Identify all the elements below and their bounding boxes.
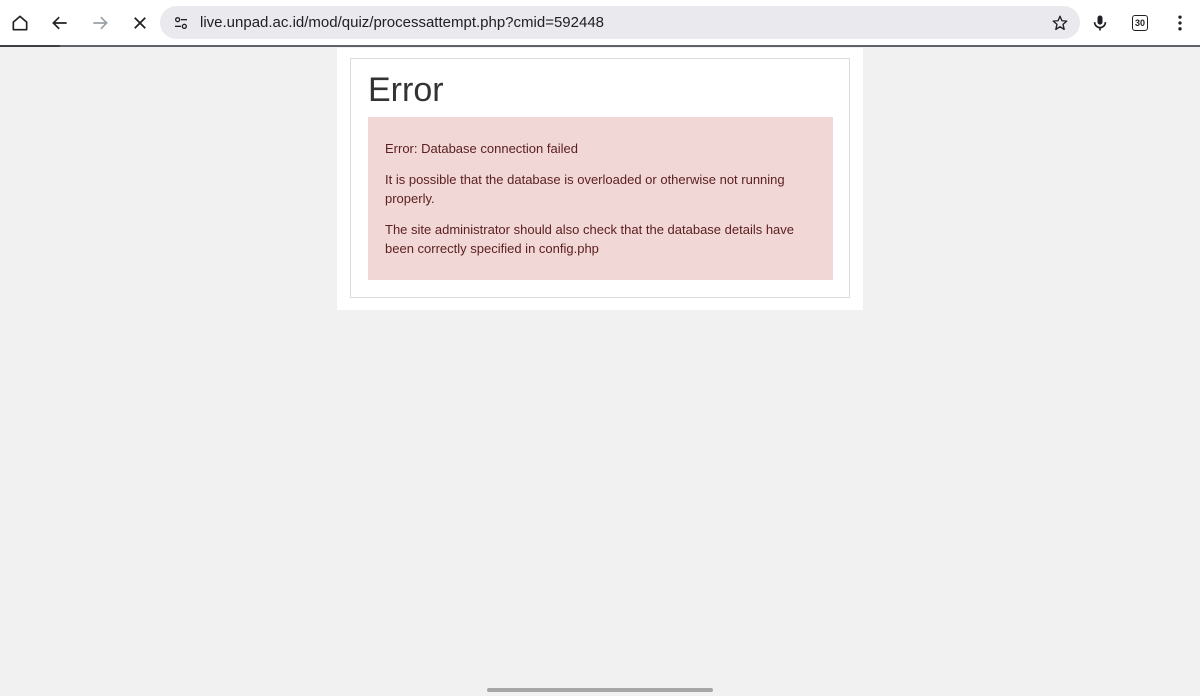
error-explanation: It is possible that the database is over… [385, 172, 785, 206]
address-bar[interactable]: live.unpad.ac.id/mod/quiz/processattempt… [160, 6, 1080, 39]
error-admin-note: The site administrator should also check… [385, 222, 795, 256]
home-button[interactable] [3, 6, 37, 40]
back-arrow-icon [52, 16, 67, 30]
menu-button[interactable] [1163, 6, 1197, 40]
tune-icon [175, 16, 187, 29]
error-card: Error Error: Database connection failed … [350, 58, 850, 298]
voice-search-button[interactable] [1083, 6, 1117, 40]
url-text[interactable]: live.unpad.ac.id/mod/quiz/processattempt… [200, 14, 604, 31]
bookmark-button[interactable] [1048, 11, 1072, 35]
toolbar-divider [0, 45, 1200, 47]
error-alert: Error: Database connection failed It is … [368, 117, 833, 280]
error-message: Error: Database connection failed [385, 141, 578, 156]
back-button[interactable] [43, 6, 77, 40]
browser-toolbar: live.unpad.ac.id/mod/quiz/processattempt… [0, 0, 1200, 46]
page-container: Error Error: Database connection failed … [337, 48, 863, 310]
loading-progress-bar [0, 45, 60, 47]
stop-loading-button[interactable] [123, 6, 157, 40]
star-icon [1052, 15, 1068, 31]
home-icon [12, 15, 28, 31]
more-vert-icon [1178, 15, 1182, 31]
tab-switcher-icon: 30 [1132, 15, 1148, 31]
tab-switcher-button[interactable]: 30 [1123, 6, 1157, 40]
microphone-icon [1093, 15, 1107, 31]
site-info-button[interactable] [170, 12, 192, 34]
forward-arrow-icon [93, 16, 108, 30]
gesture-navigation-bar[interactable] [487, 688, 713, 692]
forward-button[interactable] [83, 6, 117, 40]
close-icon [134, 17, 146, 29]
page-title: Error [368, 71, 444, 109]
